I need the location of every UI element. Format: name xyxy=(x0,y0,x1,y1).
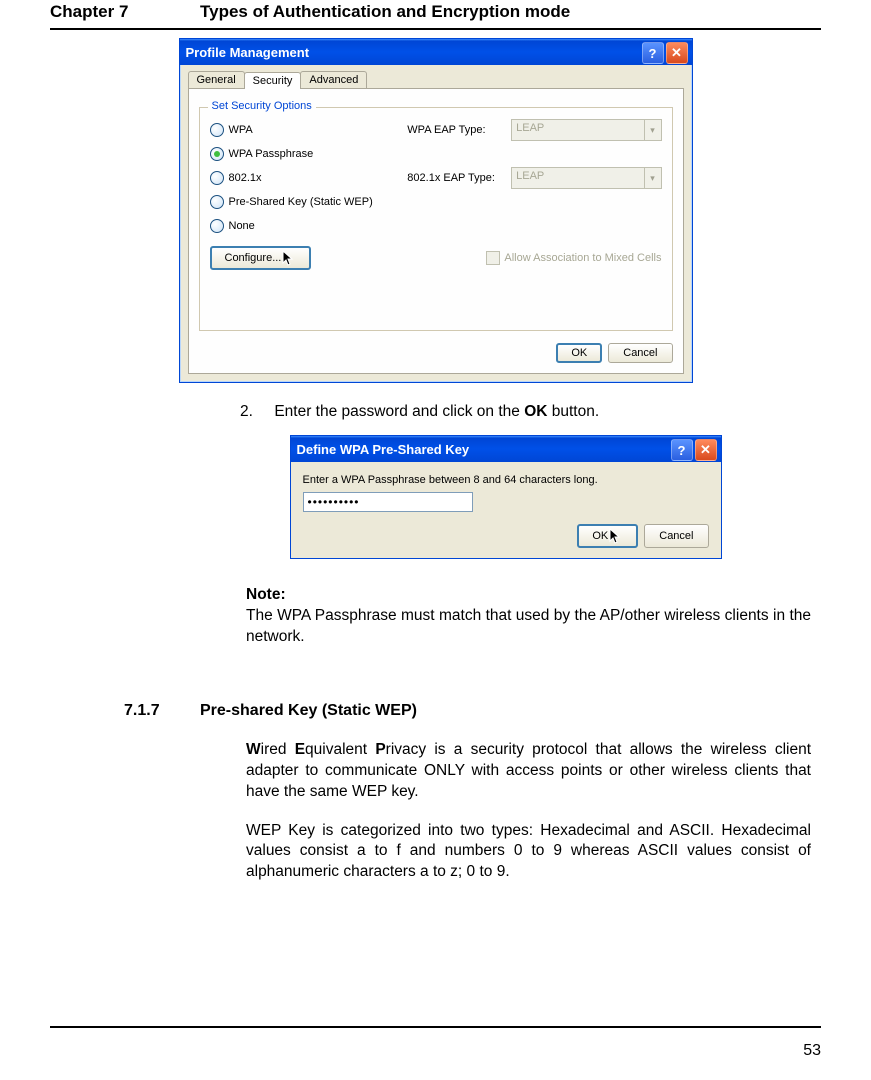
configure-button-label: Configure... xyxy=(225,252,282,264)
radio-none-label: None xyxy=(229,220,255,232)
note-text: The WPA Passphrase must match that used … xyxy=(246,607,811,645)
step-text-before: Enter the password and click on the xyxy=(274,403,524,420)
passphrase-input[interactable]: •••••••••• xyxy=(303,492,473,512)
step-ok-word: OK xyxy=(524,403,547,420)
page-number: 53 xyxy=(803,1042,821,1060)
wpa-instruction: Enter a WPA Passphrase between 8 and 64 … xyxy=(303,474,709,486)
mixed-cells-checkbox[interactable] xyxy=(486,251,500,265)
wep-paragraph-1: Wired Equivalent Privacy is a security p… xyxy=(246,740,811,803)
dialog-titlebar[interactable]: Profile Management ? ✕ xyxy=(180,39,692,65)
chevron-down-icon: ▾ xyxy=(644,120,661,140)
configure-button[interactable]: Configure... xyxy=(210,246,312,270)
8021x-eap-type-value: LEAP xyxy=(512,168,643,188)
security-options-group: Set Security Options WPA WPA EAP Type: L… xyxy=(199,107,673,331)
ok-button[interactable]: OK xyxy=(556,343,602,363)
step-text-after: button. xyxy=(547,403,599,420)
note-label: Note: xyxy=(246,586,286,603)
radio-wpa-label: WPA xyxy=(229,124,253,136)
radio-8021x-label: 802.1x xyxy=(229,172,262,184)
tab-advanced[interactable]: Advanced xyxy=(300,71,367,88)
tab-general[interactable]: General xyxy=(188,71,245,88)
cursor-icon xyxy=(284,250,296,266)
section-heading: 7.1.7 Pre-shared Key (Static WEP) xyxy=(200,702,811,720)
chevron-down-icon: ▾ xyxy=(644,168,661,188)
radio-none[interactable] xyxy=(210,219,224,233)
tab-strip: General Security Advanced xyxy=(188,71,684,89)
8021x-eap-type-label: 802.1x EAP Type: xyxy=(407,172,511,184)
note-block: Note: The WPA Passphrase must match that… xyxy=(246,585,811,648)
ok-button[interactable]: OK xyxy=(577,524,638,548)
section-number: 7.1.7 xyxy=(124,702,200,720)
footer-rule xyxy=(50,1026,821,1028)
chapter-header: Chapter 7 Types of Authentication and En… xyxy=(50,0,821,28)
radio-8021x[interactable] xyxy=(210,171,224,185)
step-number: 2. xyxy=(240,403,270,421)
header-rule xyxy=(50,28,821,30)
cursor-icon xyxy=(611,528,623,544)
define-wpa-psk-dialog: Define WPA Pre-Shared Key ? ✕ Enter a WP… xyxy=(290,435,722,559)
step-2: 2. Enter the password and click on the O… xyxy=(240,403,811,421)
cancel-button-label: Cancel xyxy=(659,530,693,542)
8021x-eap-type-combo[interactable]: LEAP ▾ xyxy=(511,167,661,189)
dialog-title: Profile Management xyxy=(186,45,310,60)
close-icon[interactable]: ✕ xyxy=(695,439,717,461)
radio-preshared-key-label: Pre-Shared Key (Static WEP) xyxy=(229,196,373,208)
tab-security[interactable]: Security xyxy=(244,72,302,89)
profile-management-dialog: Profile Management ? ✕ General Security … xyxy=(179,38,693,383)
chapter-number: Chapter 7 xyxy=(50,2,200,22)
mixed-cells-label: Allow Association to Mixed Cells xyxy=(504,252,661,264)
wep-paragraph-2: WEP Key is categorized into two types: H… xyxy=(246,821,811,884)
radio-wpa-passphrase-label: WPA Passphrase xyxy=(229,148,314,160)
group-legend: Set Security Options xyxy=(208,100,316,112)
wpa-eap-type-value: LEAP xyxy=(512,120,643,140)
radio-wpa-passphrase[interactable] xyxy=(210,147,224,161)
wpa-eap-type-combo[interactable]: LEAP ▾ xyxy=(511,119,661,141)
tab-panel-security: Set Security Options WPA WPA EAP Type: L… xyxy=(188,89,684,374)
dialog2-titlebar[interactable]: Define WPA Pre-Shared Key ? ✕ xyxy=(291,436,721,462)
cancel-button[interactable]: Cancel xyxy=(608,343,672,363)
radio-wpa[interactable] xyxy=(210,123,224,137)
radio-preshared-key[interactable] xyxy=(210,195,224,209)
wpa-eap-type-label: WPA EAP Type: xyxy=(407,124,511,136)
ok-button-label: OK xyxy=(571,347,587,359)
help-icon[interactable]: ? xyxy=(671,439,693,461)
cancel-button[interactable]: Cancel xyxy=(644,524,708,548)
help-icon[interactable]: ? xyxy=(642,42,664,64)
cancel-button-label: Cancel xyxy=(623,347,657,359)
dialog2-title: Define WPA Pre-Shared Key xyxy=(297,442,470,457)
section-title: Pre-shared Key (Static WEP) xyxy=(200,702,417,720)
chapter-title: Types of Authentication and Encryption m… xyxy=(200,2,821,22)
close-icon[interactable]: ✕ xyxy=(666,42,688,64)
ok-button-label: OK xyxy=(592,530,608,542)
